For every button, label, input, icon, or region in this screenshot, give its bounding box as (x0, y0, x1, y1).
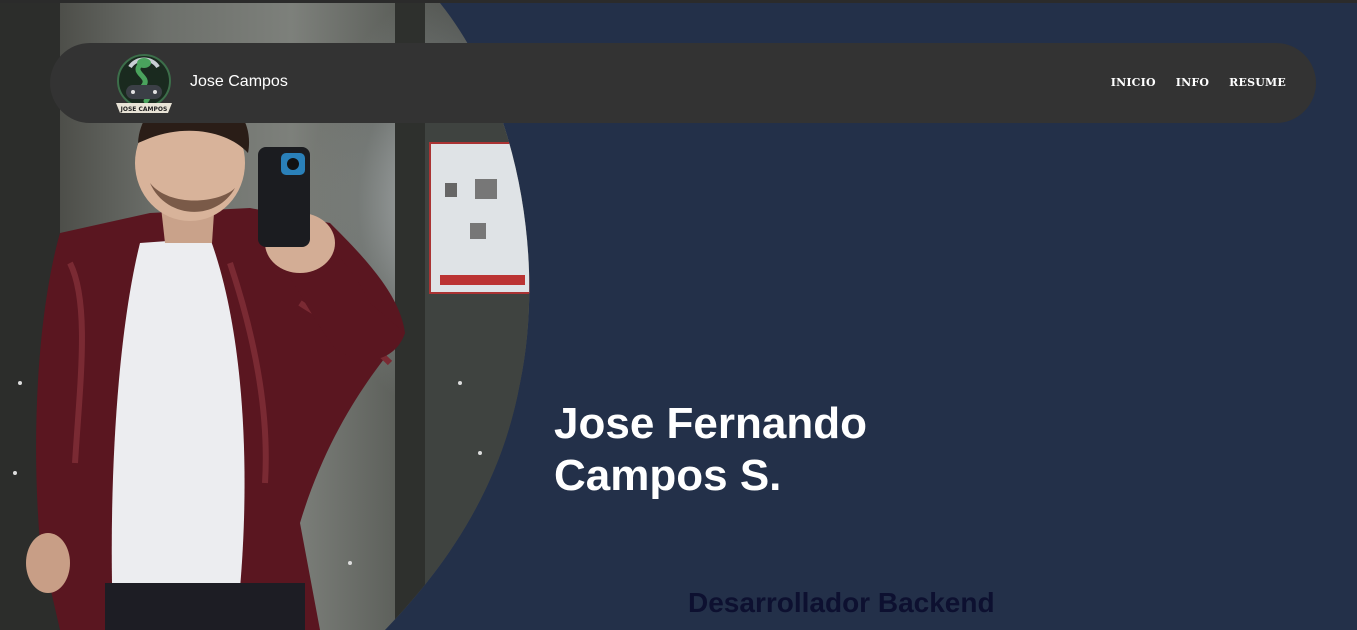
page: JOSE CAMPOS Jose Campos INICIO INFO RESU… (0, 0, 1357, 630)
hero-name-line2: Campos S. (554, 451, 782, 500)
top-border (0, 0, 1357, 3)
cobra-gamepad-logo-icon[interactable]: JOSE CAMPOS (110, 51, 178, 117)
nav-link-info[interactable]: INFO (1176, 76, 1209, 89)
brand-name[interactable]: Jose Campos (190, 73, 288, 91)
navbar: JOSE CAMPOS Jose Campos INICIO INFO RESU… (50, 43, 1316, 123)
nav-links: INICIO INFO RESUME (1111, 76, 1286, 89)
nav-link-inicio[interactable]: INICIO (1111, 76, 1156, 89)
hero-name: Jose Fernando Campos S. (554, 398, 974, 502)
hero-role: Desarrollador Backend (688, 587, 995, 618)
hero-name-line1: Jose Fernando (554, 399, 867, 448)
logo-text: JOSE CAMPOS (120, 106, 168, 113)
logo-graphic: JOSE CAMPOS (116, 54, 172, 113)
nav-link-resume[interactable]: RESUME (1229, 76, 1286, 89)
